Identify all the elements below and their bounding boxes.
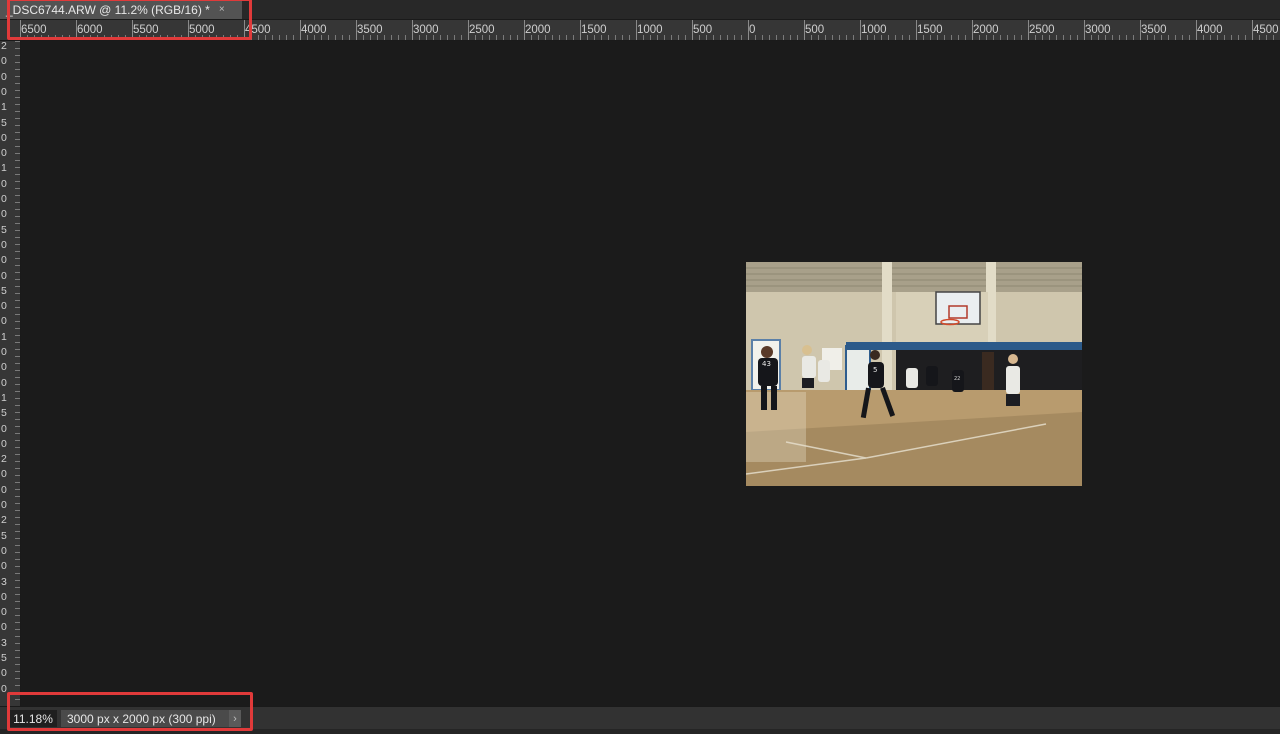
jersey-number-43: 43 <box>762 360 771 368</box>
ruler-label: 2000 <box>973 24 999 36</box>
ruler-label: 4500 <box>245 24 271 36</box>
vertical-ruler-digit: 0 <box>1 208 7 221</box>
vertical-ruler-digit: 5 <box>1 116 7 129</box>
ruler-label: 5500 <box>133 24 159 36</box>
vertical-ruler-digit: 0 <box>1 55 7 68</box>
vertical-ruler-digit: 3 <box>1 575 7 588</box>
vertical-ruler[interactable]: 2 0 0 0 1 5 0 0 1 0 0 0 5 0 0 0 5 0 0 1 0 0 0 1 5 0 0 2 0 0 0 2 5 0 0 3 0 0 0 3… <box>0 41 21 706</box>
vertical-ruler-digit: 0 <box>1 621 7 634</box>
vertical-ruler-digit: 1 <box>1 330 7 343</box>
vertical-ruler-digit: 0 <box>1 437 7 450</box>
ruler-label: 5000 <box>189 24 215 36</box>
vertical-ruler-digit: 0 <box>1 682 7 695</box>
ruler-label: 1500 <box>917 24 943 36</box>
chevron-right-icon[interactable]: › <box>229 710 241 727</box>
vertical-ruler-digit: 5 <box>1 407 7 420</box>
ruler-label: 4500 <box>1253 24 1279 36</box>
vertical-ruler-digit: 0 <box>1 422 7 435</box>
vertical-ruler-digit: 0 <box>1 85 7 98</box>
ruler-label: 4000 <box>1197 24 1223 36</box>
vertical-ruler-digit: 0 <box>1 238 7 251</box>
vertical-ruler-digit: 3 <box>1 636 7 649</box>
document-tab[interactable]: _DSC6744.ARW @ 11.2% (RGB/16) * × <box>0 0 242 19</box>
vertical-ruler-digit: 2 <box>1 41 7 52</box>
vertical-ruler-digit: 0 <box>1 499 7 511</box>
vertical-ruler-digit: 5 <box>1 223 7 236</box>
vertical-ruler-digit: 0 <box>1 269 7 282</box>
ruler-label: 3500 <box>357 24 383 36</box>
ruler-label: 0 <box>749 24 756 36</box>
close-icon[interactable]: × <box>219 4 225 15</box>
document-tab-bar: _DSC6744.ARW @ 11.2% (RGB/16) * × <box>0 0 1280 20</box>
ruler-label: 500 <box>693 24 713 36</box>
ruler-label: 2000 <box>525 24 551 36</box>
jersey-number-22: 22 <box>954 376 960 382</box>
vertical-ruler-digit: 0 <box>1 376 7 389</box>
document-info[interactable]: 3000 px x 2000 px (300 ppi) <box>61 710 229 727</box>
ruler-origin-corner[interactable] <box>0 20 21 41</box>
ruler-label: 3500 <box>1141 24 1167 36</box>
vertical-ruler-digit: 0 <box>1 131 7 144</box>
vertical-ruler-digit: 0 <box>1 177 7 190</box>
vertical-ruler-digit: 1 <box>1 162 7 175</box>
status-bar: 11.18% 3000 px x 2000 px (300 ppi) › <box>0 706 1280 729</box>
zoom-level-field[interactable]: 11.18% <box>9 710 57 727</box>
vertical-ruler-digit: 0 <box>1 667 7 680</box>
document-tab-title: _DSC6744.ARW @ 11.2% (RGB/16) * <box>6 2 210 17</box>
ruler-label: 1500 <box>581 24 607 36</box>
vertical-ruler-digit: 0 <box>1 361 7 374</box>
vertical-ruler-digit: 0 <box>1 147 7 160</box>
document-image[interactable]: 43 5 22 <box>746 262 1082 486</box>
vertical-ruler-digit: 2 <box>1 514 7 527</box>
vertical-ruler-digit: 0 <box>1 560 7 573</box>
vertical-ruler-digit: 0 <box>1 315 7 328</box>
vertical-ruler-digit: 0 <box>1 70 7 83</box>
vertical-ruler-digit: 0 <box>1 254 7 267</box>
ruler-label: 2500 <box>469 24 495 36</box>
vertical-ruler-digit: 0 <box>1 544 7 557</box>
ruler-label: 4000 <box>301 24 327 36</box>
vertical-ruler-digit: 0 <box>1 468 7 481</box>
vertical-ruler-digit: 1 <box>1 391 7 404</box>
ruler-label: 2500 <box>1029 24 1055 36</box>
vertical-ruler-digit: 0 <box>1 193 7 205</box>
ruler-label: 6000 <box>77 24 103 36</box>
ruler-label: 1000 <box>637 24 663 36</box>
ruler-label: 1000 <box>861 24 887 36</box>
ruler-label: 3000 <box>1085 24 1111 36</box>
vertical-ruler-digit: 5 <box>1 284 7 297</box>
horizontal-ruler[interactable]: 6500 6000 5500 5000 4500 4000 3500 3000 2500 2000… <box>20 20 1280 41</box>
vertical-ruler-digit: 2 <box>1 453 7 466</box>
vertical-ruler-minor-ticks <box>15 41 20 706</box>
vertical-ruler-digit: 0 <box>1 606 7 619</box>
ruler-label: 500 <box>805 24 825 36</box>
vertical-ruler-digit: 5 <box>1 652 7 664</box>
ruler-label: 6500 <box>21 24 47 36</box>
ruler-label: 3000 <box>413 24 439 36</box>
vertical-ruler-digit: 1 <box>1 101 7 114</box>
vertical-ruler-digit: 0 <box>1 346 7 358</box>
vertical-ruler-digit: 0 <box>1 300 7 313</box>
vertical-ruler-digit: 5 <box>1 529 7 542</box>
bottom-strip <box>0 729 1280 734</box>
vertical-ruler-digit: 0 <box>1 590 7 603</box>
canvas-area[interactable] <box>21 41 1280 706</box>
vertical-ruler-digit: 0 <box>1 483 7 496</box>
jersey-number-5: 5 <box>873 366 877 374</box>
